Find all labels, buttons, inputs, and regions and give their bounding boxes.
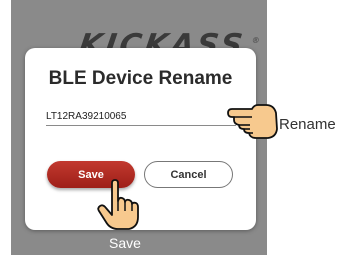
rename-dialog: BLE Device Rename Save Cancel [25, 48, 256, 230]
pointing-hand-right-icon [227, 104, 278, 139]
save-hint-label: Save [109, 235, 141, 251]
dialog-title: BLE Device Rename [48, 68, 233, 89]
device-name-input[interactable] [46, 107, 236, 126]
pointing-hand-up-icon [97, 179, 139, 230]
rename-hint-label: Rename [279, 116, 336, 133]
cancel-button[interactable]: Cancel [144, 161, 233, 188]
